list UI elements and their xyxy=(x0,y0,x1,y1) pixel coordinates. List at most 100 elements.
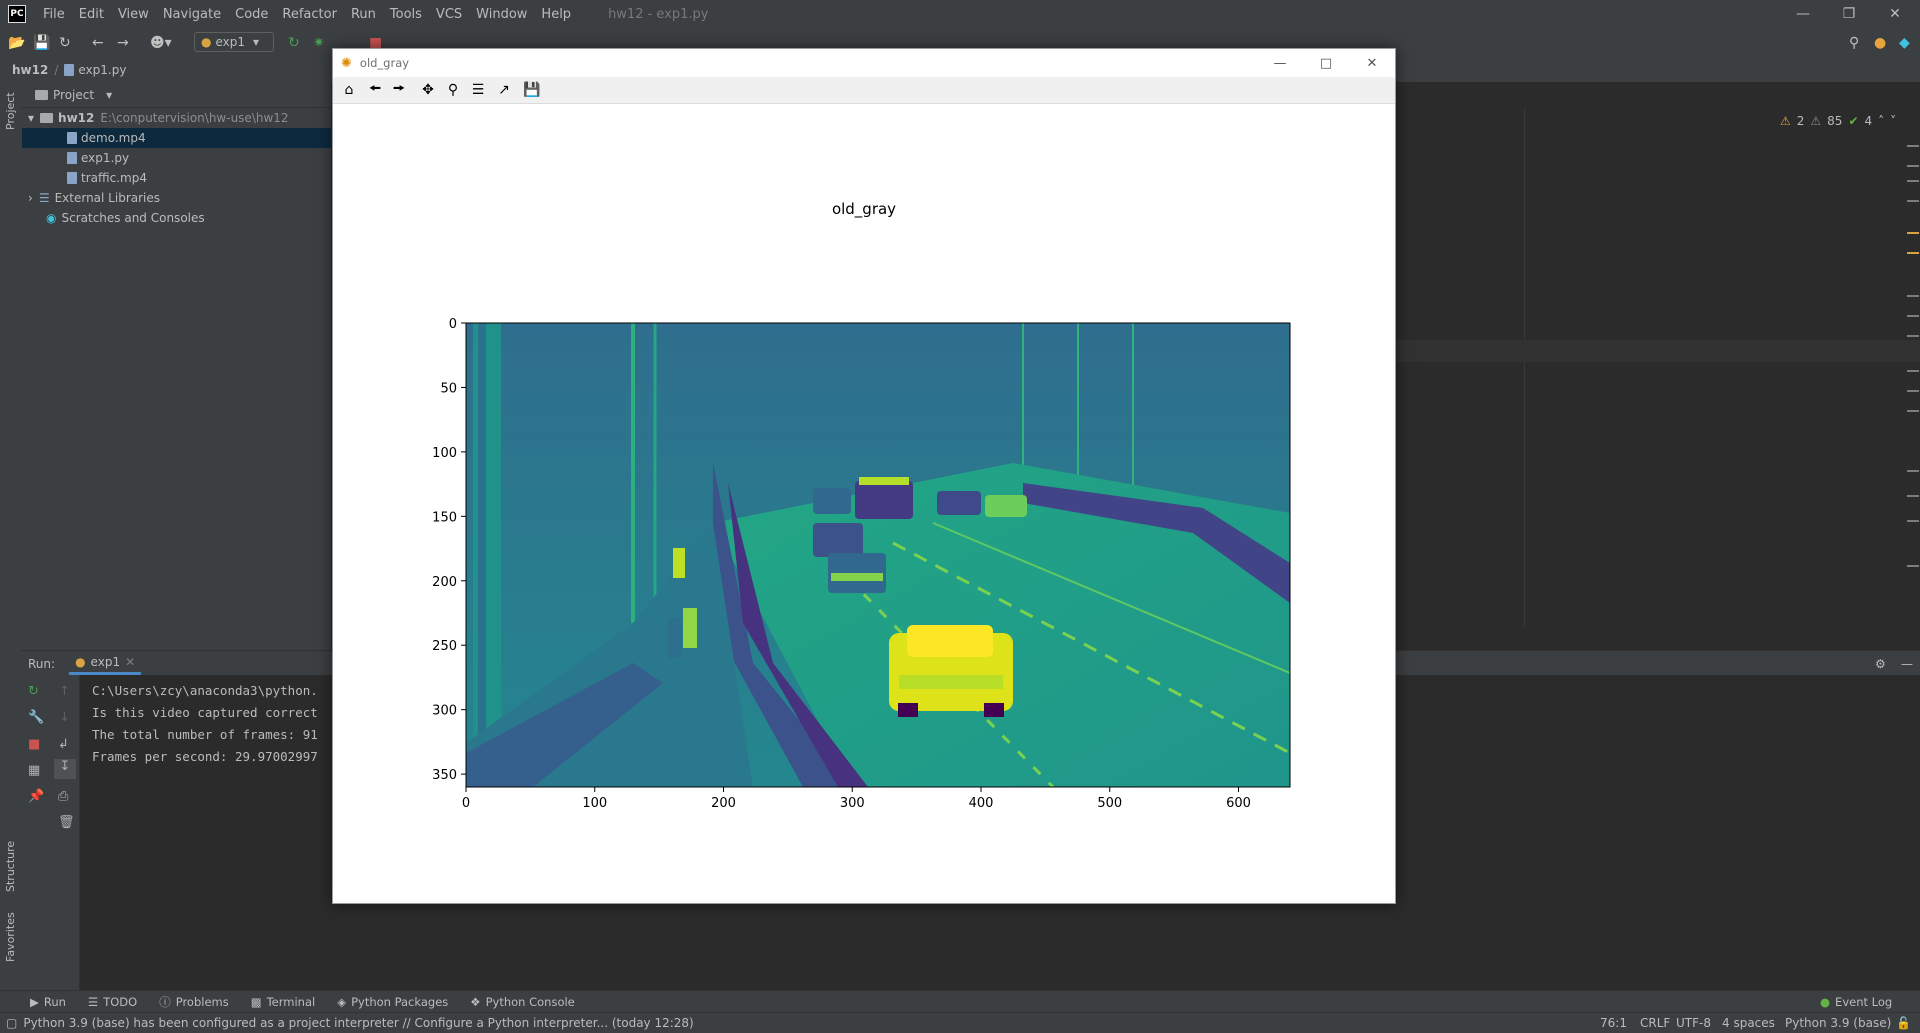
tree-scratches[interactable]: ◉ Scratches and Consoles xyxy=(46,208,205,228)
menu-help[interactable]: Help xyxy=(534,7,578,22)
tree-root[interactable]: ▾ hw12 E:\conputervision\hw-use\hw12 xyxy=(28,108,289,128)
error-stripe-mark[interactable] xyxy=(1907,165,1919,167)
menu-run[interactable]: Run xyxy=(344,7,383,22)
arrow-up-icon[interactable]: ↑ xyxy=(59,684,70,699)
problems-tool-button[interactable]: ⓘ Problems xyxy=(159,994,229,1010)
close-icon[interactable]: ✕ xyxy=(1349,49,1395,77)
back-icon[interactable]: ← xyxy=(92,35,104,51)
error-stripe-mark[interactable] xyxy=(1907,295,1919,297)
warning-stripe-mark[interactable] xyxy=(1907,252,1919,254)
warning-stripe-mark[interactable] xyxy=(1907,232,1919,234)
tree-item-traffic[interactable]: traffic.mp4 xyxy=(67,168,147,188)
run-tool-button[interactable]: ▶ Run xyxy=(30,995,66,1009)
stop-icon[interactable]: ■ xyxy=(28,737,40,752)
run-tab-exp1[interactable]: ● exp1 ✕ xyxy=(69,652,142,675)
menu-navigate[interactable]: Navigate xyxy=(156,7,228,22)
error-stripe-mark[interactable] xyxy=(1907,180,1919,182)
zoom-icon[interactable]: ⚲ xyxy=(442,81,464,99)
file-encoding[interactable]: UTF-8 xyxy=(1676,1016,1711,1030)
figure-window[interactable]: ✺ old_gray — □ ✕ ⌂ 🠘 🠚 ✥ ⚲ ☰ ↗ 💾 old_gra… xyxy=(332,48,1396,904)
menu-code[interactable]: Code xyxy=(228,7,275,22)
menu-refactor[interactable]: Refactor xyxy=(275,7,344,22)
error-stripe-mark[interactable] xyxy=(1907,335,1919,337)
chevron-down-icon[interactable]: ▾ xyxy=(106,88,112,102)
soft-wrap-icon[interactable]: ↲ xyxy=(58,737,69,752)
favorites-tool-tab[interactable]: Favorites xyxy=(4,912,17,962)
error-stripe-mark[interactable] xyxy=(1907,315,1919,317)
print-icon[interactable]: ⎙ xyxy=(58,789,68,804)
settings-gear-icon[interactable]: ⚙ xyxy=(1875,657,1886,671)
caret-position[interactable]: 76:1 xyxy=(1600,1016,1627,1030)
status-message[interactable]: Python 3.9 (base) has been configured as… xyxy=(23,1016,693,1030)
debug-icon[interactable]: ✷ xyxy=(313,35,325,51)
rerun-icon[interactable]: ↻ xyxy=(28,684,39,699)
sync-icon[interactable]: ↻ xyxy=(59,35,71,51)
lock-icon[interactable]: 🔓 xyxy=(1896,1016,1911,1030)
minimize-icon[interactable]: — xyxy=(1780,0,1826,28)
event-log-button[interactable]: ● Event Log xyxy=(1820,995,1892,1009)
close-icon[interactable]: ✕ xyxy=(1872,0,1918,28)
tree-item-exp1[interactable]: exp1.py xyxy=(67,148,129,168)
user-icon[interactable]: ☻▾ xyxy=(150,35,172,51)
error-stripe-mark[interactable] xyxy=(1907,145,1919,147)
chevron-down-icon[interactable]: ▾ xyxy=(28,111,34,125)
error-stripe-mark[interactable] xyxy=(1907,390,1919,392)
hide-panel-icon[interactable]: — xyxy=(1901,657,1913,671)
forward-arrow-icon[interactable]: 🠚 xyxy=(388,81,410,99)
error-stripe-mark[interactable] xyxy=(1907,410,1919,412)
menu-vcs[interactable]: VCS xyxy=(429,7,469,22)
chevron-up-icon[interactable]: ˄ xyxy=(1878,114,1884,128)
error-stripe-mark[interactable] xyxy=(1907,565,1919,567)
line-separator[interactable]: CRLF xyxy=(1640,1016,1670,1030)
menu-window[interactable]: Window xyxy=(469,7,534,22)
pin-icon[interactable]: 📌 xyxy=(28,789,44,804)
interpreter-selector[interactable]: Python 3.9 (base) xyxy=(1785,1016,1891,1030)
minimize-icon[interactable]: — xyxy=(1257,49,1303,77)
pan-icon[interactable]: ✥ xyxy=(417,81,439,99)
forward-icon[interactable]: → xyxy=(117,35,129,51)
inspection-widget[interactable]: ⚠ 2 ⚠ 85 ✔ 4 ˄ ˅ xyxy=(1780,114,1896,128)
menu-edit[interactable]: Edit xyxy=(72,7,111,22)
todo-tool-button[interactable]: ☰ TODO xyxy=(88,995,137,1009)
status-toggle-icon[interactable]: ▢ xyxy=(6,1016,17,1030)
configure-subplots-icon[interactable]: ☰ xyxy=(467,81,489,99)
menu-file[interactable]: File xyxy=(36,7,72,22)
search-everywhere-icon[interactable]: ⚲ xyxy=(1849,35,1859,51)
trash-icon[interactable]: 🗑 xyxy=(58,815,75,830)
error-stripe-mark[interactable] xyxy=(1907,495,1919,497)
error-stripe-mark[interactable] xyxy=(1907,370,1919,372)
tree-item-demo[interactable]: demo.mp4 xyxy=(22,128,331,148)
breadcrumb-file[interactable]: exp1.py xyxy=(78,63,126,77)
indent-setting[interactable]: 4 spaces xyxy=(1722,1016,1775,1030)
menu-view[interactable]: View xyxy=(111,7,156,22)
terminal-tool-button[interactable]: ▩ Terminal xyxy=(251,995,315,1009)
arrow-down-icon[interactable]: ↓ xyxy=(59,710,70,725)
save-icon[interactable]: 💾 xyxy=(521,81,543,99)
close-tab-icon[interactable]: ✕ xyxy=(125,655,135,669)
menu-tools[interactable]: Tools xyxy=(383,7,429,22)
layout-icon[interactable]: ▦ xyxy=(28,763,40,778)
run-config-dropdown[interactable]: ● exp1 ▾ xyxy=(194,32,274,52)
edit-axis-icon[interactable]: ↗ xyxy=(493,81,515,99)
chevron-down-icon[interactable]: ˅ xyxy=(1890,114,1896,128)
error-stripe-mark[interactable] xyxy=(1907,200,1919,202)
toolbox-icon[interactable]: ◆ xyxy=(1899,35,1910,51)
home-icon[interactable]: ⌂ xyxy=(338,81,360,99)
plot-canvas[interactable]: 0 100 200 300 400 500 600 0 50 100 150 200 250 300 35… xyxy=(333,103,1395,883)
maximize-icon[interactable]: □ xyxy=(1303,49,1349,77)
chevron-right-icon[interactable]: › xyxy=(28,191,33,205)
scroll-to-end-icon[interactable]: ↧ xyxy=(54,759,76,779)
figure-titlebar[interactable]: ✺ old_gray — □ ✕ xyxy=(333,49,1395,77)
maximize-icon[interactable]: ❐ xyxy=(1826,0,1872,28)
back-arrow-icon[interactable]: 🠘 xyxy=(364,81,386,99)
structure-tool-tab[interactable]: Structure xyxy=(4,841,17,892)
tree-external-libraries[interactable]: › ☰ External Libraries xyxy=(28,188,160,208)
rerun-icon[interactable]: ↻ xyxy=(288,35,300,51)
error-stripe-mark[interactable] xyxy=(1907,520,1919,522)
wrench-icon[interactable]: 🔧 xyxy=(28,710,44,725)
breadcrumb-project[interactable]: hw12 xyxy=(12,63,48,77)
update-icon[interactable]: ● xyxy=(1874,35,1886,51)
open-folder-icon[interactable]: 📂 xyxy=(8,35,25,51)
python-console-tool-button[interactable]: ❖ Python Console xyxy=(470,995,574,1009)
project-tool-tab[interactable]: Project xyxy=(4,92,17,130)
